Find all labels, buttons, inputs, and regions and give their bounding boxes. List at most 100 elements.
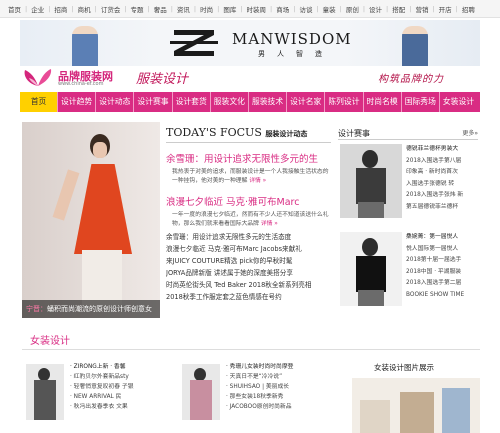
womenswear-section-header: 女装设计 bbox=[22, 328, 480, 350]
top-link[interactable]: 设计 bbox=[369, 4, 382, 14]
feature-caption[interactable]: 宁晋：蛹积而尚潮流的原创设计师创意女 bbox=[22, 300, 160, 318]
more-link[interactable]: 更多» bbox=[462, 128, 478, 139]
news-item[interactable]: 来JUICY COUTURE精选 pick你的早秋时髦 bbox=[166, 255, 331, 267]
list-item[interactable]: 悦人国际第一届悦人 bbox=[406, 244, 478, 256]
womenswear-list-2: · 秀珊儿女装时尚时尚摩登 · 天真日不是“冷冷说” · SHUIHSAO | … bbox=[226, 362, 336, 412]
news-item[interactable]: 2018秋季工作服定套之蓝色情感在号约 bbox=[166, 291, 331, 303]
top-link[interactable]: 资讯 bbox=[177, 4, 190, 14]
list-item[interactable]: · 那些女装18秋季新秀 bbox=[226, 392, 336, 402]
list-item[interactable]: 桑婉菁：第一届悦人 bbox=[406, 232, 478, 244]
divider: | bbox=[316, 4, 319, 13]
top-link[interactable]: 时装周 bbox=[247, 4, 267, 14]
divider: | bbox=[124, 4, 127, 13]
gallery-image[interactable] bbox=[352, 378, 480, 433]
nav-item-culture[interactable]: 服装文化 bbox=[211, 92, 249, 112]
top-link[interactable]: 商场 bbox=[276, 4, 289, 14]
nav-item-contests[interactable]: 设计赛事 bbox=[134, 92, 173, 112]
list-item[interactable]: 2018第十届一届选手 bbox=[406, 255, 478, 267]
top-link[interactable]: 招商 bbox=[54, 4, 67, 14]
slogan: 构筑品牌的力 bbox=[378, 74, 444, 85]
ad-banner[interactable]: MANWISDOM 男人智造 bbox=[20, 20, 480, 66]
list-item[interactable]: 入围选手张德锐 转 bbox=[406, 179, 478, 191]
list-item[interactable]: 2018入围选手第八届 bbox=[406, 156, 478, 168]
list-item[interactable]: · 秋冯出发春季衣 文果 bbox=[70, 402, 180, 412]
top-link[interactable]: 招聘 bbox=[462, 4, 475, 14]
focus-headline-2[interactable]: 浪漫七夕临近 马克·雅可布Marc bbox=[166, 194, 331, 208]
model-face bbox=[93, 142, 107, 158]
divider: | bbox=[455, 4, 458, 13]
top-link[interactable]: 开店 bbox=[439, 4, 452, 14]
nav-item-home[interactable]: 首页 bbox=[20, 92, 58, 112]
nav-item-designers[interactable]: 设计名家 bbox=[287, 92, 326, 112]
top-link[interactable]: 童装 bbox=[323, 4, 336, 14]
top-link[interactable]: 专题 bbox=[131, 4, 144, 14]
news-item[interactable]: JORYA品牌新版 讲述属于她的深度美搭分享 bbox=[166, 267, 331, 279]
contest-photo-1[interactable] bbox=[340, 144, 402, 218]
details-link[interactable]: 详情 » bbox=[249, 178, 266, 184]
product-thumb[interactable] bbox=[182, 364, 220, 420]
nav-item-technique[interactable]: 服装技术 bbox=[249, 92, 288, 112]
list-item[interactable]: 2018入围选手第二届 bbox=[406, 278, 478, 290]
top-link[interactable]: 原创 bbox=[346, 4, 359, 14]
list-item[interactable]: BOOKIE SHOW TIME bbox=[406, 290, 478, 302]
divider: | bbox=[94, 4, 97, 13]
list-item[interactable]: · 红豹贝尔外套新品sty bbox=[70, 372, 180, 382]
model-image-left bbox=[72, 26, 98, 66]
news-item[interactable]: 时尚英伦街头风 Ted Baker 2018秋全新系列亮相 bbox=[166, 279, 331, 291]
site-logo[interactable]: 品牌服装网 www.china-ef.com bbox=[22, 68, 132, 88]
focus-headline-1[interactable]: 余雪珊：用设计追求无限性多元的生 bbox=[166, 151, 331, 165]
top-link[interactable]: 订货会 bbox=[101, 4, 121, 14]
nav-item-news[interactable]: 设计动态 bbox=[96, 92, 135, 112]
top-link[interactable]: 奢品 bbox=[154, 4, 167, 14]
top-link[interactable]: 访谈 bbox=[299, 4, 312, 14]
divider: | bbox=[386, 4, 389, 13]
list-item[interactable]: · SHUIHSAO | 美丽成长 bbox=[226, 382, 336, 392]
list-item[interactable]: · 秀珊儿女装时尚时尚摩登 bbox=[226, 362, 336, 372]
list-item[interactable]: · JACOBOO原创时尚新品 bbox=[226, 402, 336, 412]
list-item[interactable]: 印象高 · 新时尚首次 bbox=[406, 167, 478, 179]
banner-brand-cn: 男人智造 bbox=[258, 50, 334, 58]
focus-news-list: 余雪珊：用设计追求无限性多元的生活态度 浪漫七夕临近 马克·雅可布Marc Ja… bbox=[166, 231, 331, 303]
top-link[interactable]: 首页 bbox=[8, 4, 21, 14]
list-item[interactable]: · NEW ARRIVAL 民 bbox=[70, 392, 180, 402]
nav-item-womenswear[interactable]: 女装设计 bbox=[440, 92, 477, 112]
nav-item-trends[interactable]: 设计趋势 bbox=[58, 92, 97, 112]
top-link[interactable]: 图库 bbox=[223, 4, 236, 14]
divider: | bbox=[25, 4, 28, 13]
top-link[interactable]: 时尚 bbox=[200, 4, 213, 14]
caption-text: 蛹积而尚潮流的原创设计师创意女 bbox=[47, 305, 152, 313]
list-item[interactable]: · 轻奢悄意复叹初春 子银 bbox=[70, 382, 180, 392]
product-thumb[interactable] bbox=[26, 364, 64, 420]
list-item[interactable]: 2018中国 · 平湖服装 bbox=[406, 267, 478, 279]
contest-box-2: 桑婉菁：第一届悦人 悦人国际第一届悦人 2018第十届一届选手 2018中国 ·… bbox=[338, 232, 478, 316]
list-item[interactable]: 2018入围选手张炜 新 bbox=[406, 190, 478, 202]
top-link[interactable]: 搭配 bbox=[392, 4, 405, 14]
contest-box-1: 德锐菲兰德杯男装大 2018入围选手第八届 印象高 · 新时尚首次 入围选手张德… bbox=[338, 144, 478, 228]
nav-item-runway[interactable]: 国际秀场 bbox=[402, 92, 440, 112]
divider: | bbox=[217, 4, 220, 13]
nav-item-display[interactable]: 陈列设计 bbox=[325, 92, 364, 112]
nav-item-models[interactable]: 时尚名模 bbox=[364, 92, 402, 112]
feature-slide[interactable]: 宁晋：蛹积而尚潮流的原创设计师创意女 bbox=[22, 122, 160, 318]
news-item[interactable]: 余雪珊：用设计追求无限性多元的生活态度 bbox=[166, 231, 331, 243]
logo-url: www.china-ef.com bbox=[58, 81, 104, 87]
divider: | bbox=[362, 4, 366, 13]
nav-item-sets[interactable]: 设计套货 bbox=[173, 92, 211, 112]
details-link[interactable]: 详情 » bbox=[261, 221, 278, 227]
divider: | bbox=[193, 4, 197, 13]
divider: | bbox=[48, 4, 51, 13]
top-link[interactable]: 商机 bbox=[78, 4, 91, 14]
top-link[interactable]: 企业 bbox=[31, 4, 44, 14]
list-item[interactable]: 德锐菲兰德杯男装大 bbox=[406, 144, 478, 156]
top-link[interactable]: 营销 bbox=[415, 4, 428, 14]
list-item[interactable]: 第五届德锐菲兰德杯 bbox=[406, 202, 478, 214]
section-title[interactable]: 女装设计 bbox=[30, 332, 70, 347]
list-item[interactable]: · 天真日不是“冷冷说” bbox=[226, 372, 336, 382]
list-item[interactable]: · ZIRONG上新 · 香馨 bbox=[70, 362, 180, 372]
banner-brand-name: MANWISDOM bbox=[232, 30, 352, 48]
butterfly-logo-icon bbox=[24, 69, 52, 86]
contest-photo-2[interactable] bbox=[340, 232, 402, 306]
divider: | bbox=[170, 4, 173, 13]
desc-text: 一年一度的浪漫七夕临近，然而有不少人还不知道该送什么礼物，那么我们就来看看国际大… bbox=[172, 212, 329, 227]
news-item[interactable]: 浪漫七夕临近 马克·雅可布Marc Jacobs来献礼 bbox=[166, 243, 331, 255]
